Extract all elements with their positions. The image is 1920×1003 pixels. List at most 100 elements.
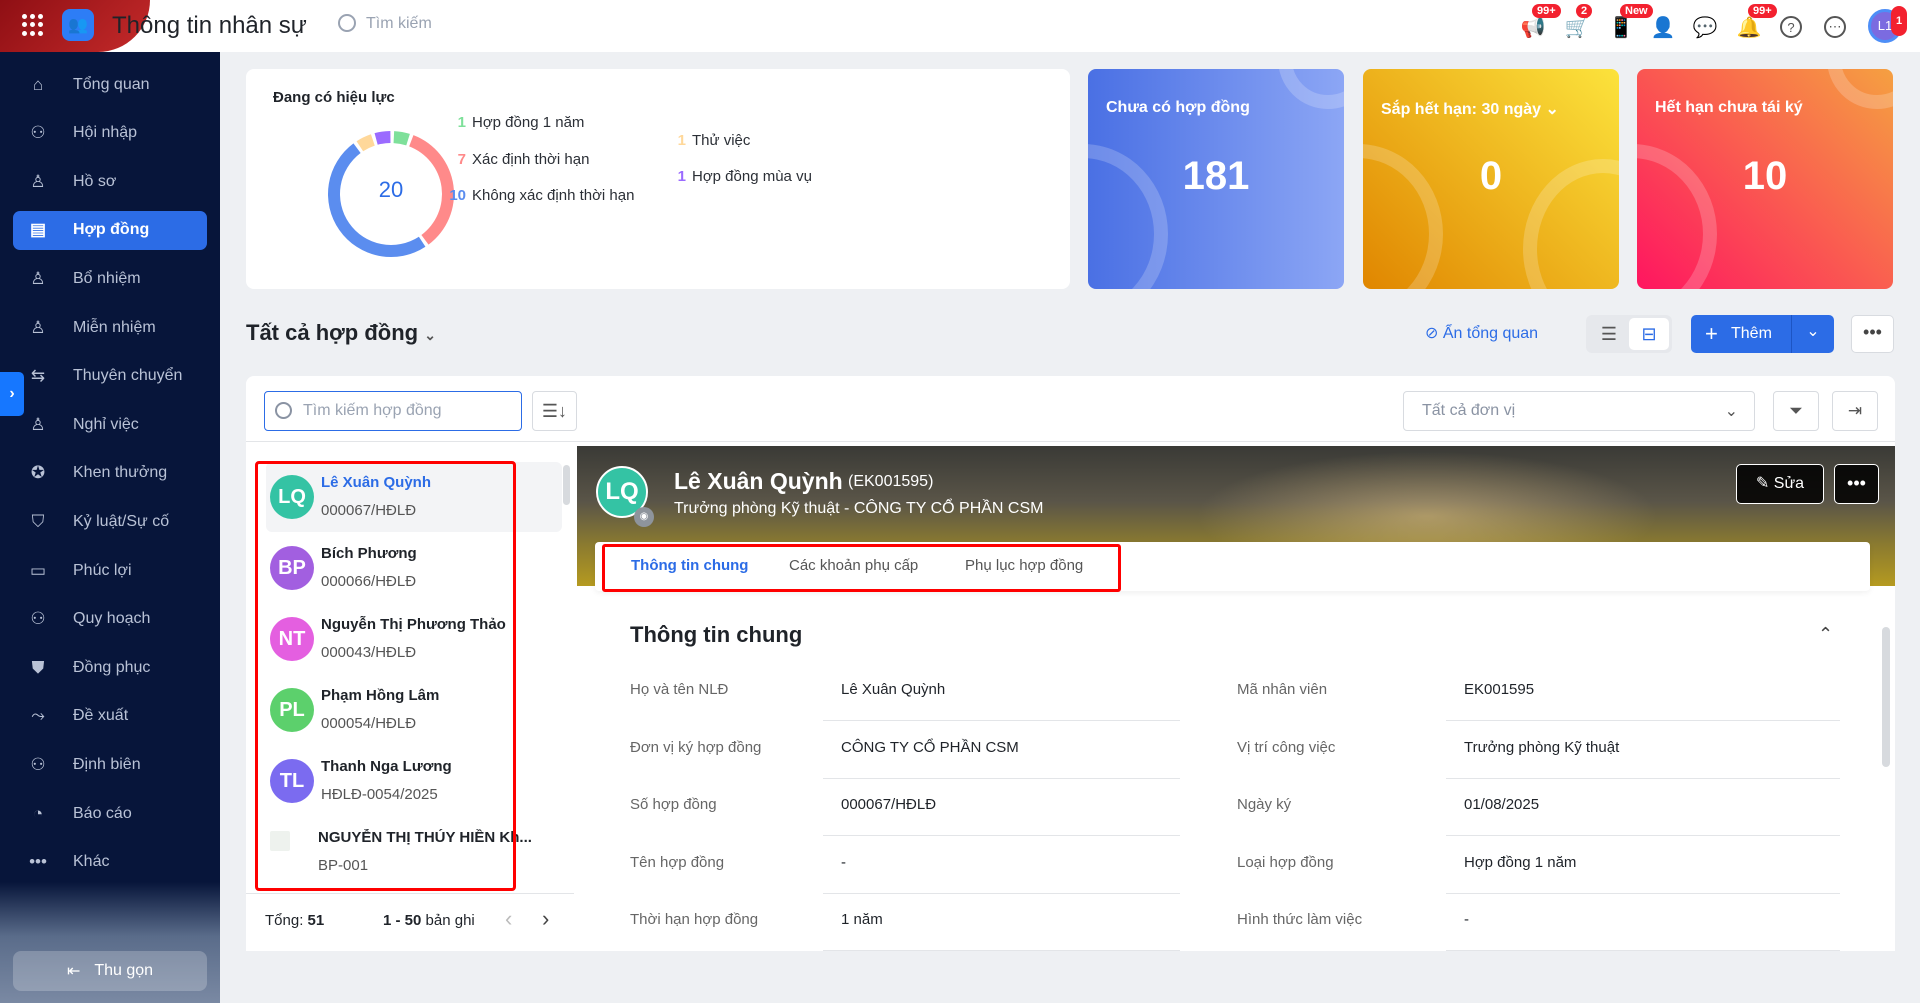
sidebar-item[interactable]: ♙ Nghỉ việc — [13, 405, 207, 444]
legend-count: 1 — [677, 132, 686, 149]
sidebar-item-label: Đề xuất — [73, 707, 129, 725]
legend-count: 1 — [457, 114, 466, 131]
sidebar-icon: ♙ — [30, 414, 46, 434]
chevron-down-icon: ⌄ — [1724, 403, 1738, 420]
contract-view-dropdown[interactable]: Tất cả hợp đồng ⌄ — [246, 320, 436, 346]
add-contract-button[interactable]: + Thêm ⌄ — [1691, 315, 1834, 353]
phone-icon[interactable]: 📱 New — [1608, 4, 1653, 40]
sidebar-item-label: Phúc lợi — [73, 561, 132, 579]
field-value: - — [1446, 911, 1840, 951]
sidebar-item[interactable]: ▤ Hợp đồng — [13, 210, 207, 250]
employee-code: (EK001595) — [848, 473, 934, 490]
chevron-up-icon[interactable]: ⌃ — [1818, 624, 1833, 645]
legend-label: Thử việc — [692, 132, 751, 149]
donut-slice[interactable] — [393, 131, 410, 146]
sidebar-item[interactable]: ⤳ Đề xuất — [13, 697, 207, 736]
stat-value: 10 — [1742, 154, 1788, 198]
sidebar-item-label: Miễn nhiệm — [73, 318, 156, 336]
detail-scrollbar[interactable] — [1882, 627, 1890, 767]
sidebar-item[interactable]: ⛉ Kỷ luật/Sự cố — [13, 502, 207, 541]
sidebar-item[interactable]: ♙ Miễn nhiệm — [13, 308, 207, 347]
edit-button[interactable]: ✎ Sửa — [1736, 464, 1824, 504]
add-dropdown-chevron-icon[interactable]: ⌄ — [1792, 315, 1834, 353]
sidebar-item[interactable]: ⚇ Hội nhập — [13, 114, 207, 153]
export-button[interactable]: ⇥ — [1832, 391, 1878, 431]
sidebar-icon: ⚇ — [30, 609, 46, 629]
view-toggle: ☰ ⊟ — [1586, 315, 1672, 353]
notification-badge: 2 — [1576, 4, 1593, 18]
sidebar-item[interactable]: ♙ Bổ nhiệm — [13, 259, 207, 298]
legend-item: 10 Không xác định thời hạn — [446, 187, 634, 204]
sidebar-item-label: Kỷ luật/Sự cố — [73, 512, 170, 530]
field-label: Hình thức làm việc — [1237, 911, 1363, 928]
sidebar-icon: ⌂ — [32, 74, 44, 94]
unit-select[interactable]: Tất cả đơn vị ⌄ — [1403, 391, 1755, 431]
total-label: Tổng: — [265, 912, 304, 929]
donut-slice[interactable] — [374, 131, 391, 145]
donut-slice[interactable] — [356, 134, 375, 152]
list-scrollbar[interactable] — [563, 465, 570, 505]
sort-button[interactable]: ☰↓ — [532, 391, 577, 431]
prev-page-icon[interactable]: ‹ — [505, 906, 512, 932]
section-title: Thông tin chung — [630, 622, 803, 647]
stat-label: Sắp hết hạn: 30 ngày ⌄ — [1381, 101, 1559, 118]
edit-label: Sửa — [1773, 475, 1805, 492]
sidebar-item-label: Khen thưởng — [73, 464, 168, 482]
chat-icon[interactable]: 💬 — [1692, 14, 1718, 40]
stat-card[interactable]: Hết hạn chưa tái ký 10 — [1637, 69, 1893, 289]
sidebar-icon: ▭ — [29, 560, 47, 580]
sidebar-item[interactable]: ⇆ Thuyên chuyển — [13, 357, 207, 396]
more-actions-button[interactable]: ••• — [1851, 315, 1894, 353]
notification-badge: 99+ — [1532, 4, 1561, 18]
user-avatar[interactable]: L1 1 — [1868, 6, 1908, 43]
contract-search-input[interactable]: Tìm kiếm hợp đồng — [264, 391, 522, 431]
expand-sidebar-toggle[interactable]: › — [0, 372, 24, 416]
more-icon[interactable]: ⋯ — [1824, 16, 1846, 38]
sidebar-item[interactable]: ▭ Phúc lợi — [13, 551, 207, 590]
range-suffix: bản ghi — [425, 912, 475, 929]
app-grid-icon[interactable] — [22, 14, 44, 36]
stat-card[interactable]: Chưa có hợp đồng 181 — [1088, 69, 1344, 289]
total-value: 51 — [307, 912, 325, 929]
field-label: Vị trí công việc — [1237, 738, 1336, 756]
field-label: Họ và tên NLĐ — [630, 681, 729, 698]
collapse-sidebar-button[interactable]: ⇤ Thu gọn — [13, 951, 207, 991]
bell-icon[interactable]: 🔔 99+ — [1736, 4, 1777, 40]
sidebar-icon: ⚇ — [30, 754, 46, 774]
help-icon[interactable]: ? — [1780, 16, 1802, 38]
global-search-input[interactable]: Tìm kiếm — [366, 15, 432, 33]
sidebar-item[interactable]: ••• Khác — [13, 843, 207, 882]
field-label: Đơn vị ký hợp đồng — [630, 738, 762, 756]
eye-off-icon: ⊘ — [1425, 325, 1443, 342]
stat-card[interactable]: Sắp hết hạn: 30 ngày ⌄ 0 — [1363, 69, 1619, 289]
field-value: EK001595 — [1446, 681, 1840, 721]
sidebar-icon: ⛉ — [31, 511, 45, 531]
megaphone-icon[interactable]: 📢 99+ — [1520, 4, 1561, 40]
field-value: - — [823, 854, 1180, 894]
stat-label: Hết hạn chưa tái ký — [1655, 99, 1803, 116]
sidebar-icon: ⚇ — [30, 123, 46, 143]
sidebar-item[interactable]: ⌂ Tổng quan — [13, 65, 207, 104]
chevron-down-icon: ⌄ — [424, 327, 436, 343]
sidebar-item[interactable]: ⚇ Định biên — [13, 745, 207, 784]
sidebar-item[interactable]: ⚇ Quy hoạch — [13, 600, 207, 639]
sidebar: ⌂ Tổng quan ⚇ Hội nhập ♙ Hồ sơ ▤ Hợp đồng ♙ Bổ nh… — [0, 52, 220, 1003]
field-label: Loại hợp đồng — [1237, 853, 1334, 871]
split-view-icon[interactable]: ⊟ — [1629, 318, 1669, 350]
hide-overview-button[interactable]: ⊘ Ẩn tổng quan — [1425, 323, 1538, 343]
sidebar-item[interactable]: ◔ Báo cáo — [13, 794, 207, 833]
camera-icon[interactable]: ◉ — [634, 507, 654, 527]
cart-icon[interactable]: 🛒 2 — [1564, 4, 1593, 40]
add-user-icon[interactable]: 👤 — [1650, 14, 1676, 40]
detail-more-button[interactable]: ••• — [1834, 464, 1879, 504]
next-page-icon[interactable]: › — [542, 906, 549, 932]
notification-badge: New — [1620, 4, 1653, 18]
search-icon[interactable] — [338, 14, 356, 32]
list-view-icon[interactable]: ☰ — [1589, 318, 1629, 350]
sidebar-item[interactable]: ⛊ Đồng phục — [13, 648, 207, 687]
field-label: Mã nhân viên — [1237, 681, 1328, 698]
stat-value: 181 — [1182, 154, 1250, 198]
sidebar-item[interactable]: ✪ Khen thưởng — [13, 454, 207, 493]
filter-button[interactable]: ⏷ — [1773, 391, 1819, 431]
sidebar-item[interactable]: ♙ Hồ sơ — [13, 162, 207, 201]
